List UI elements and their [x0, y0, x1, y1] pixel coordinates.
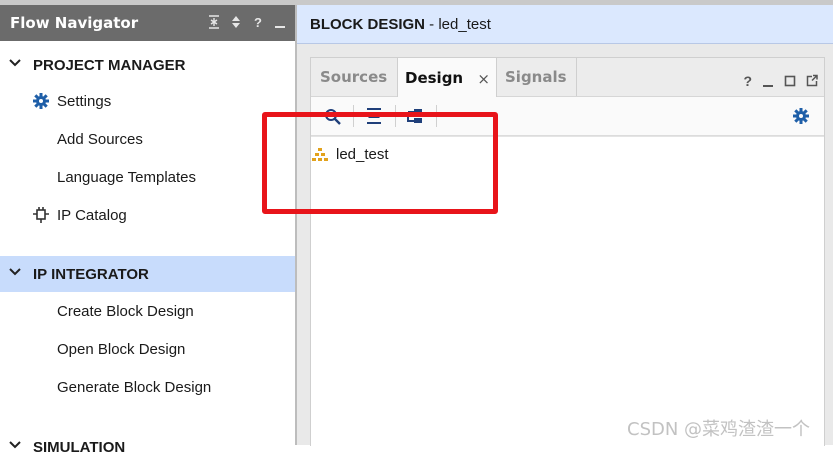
collapse-all-icon[interactable]	[364, 107, 384, 125]
nav-item-label: Settings	[57, 92, 112, 110]
toolbar-separator	[395, 105, 396, 127]
sort-icon[interactable]	[229, 13, 243, 31]
close-icon[interactable]: ×	[477, 70, 490, 88]
section-label: PROJECT MANAGER	[33, 56, 186, 74]
maximize-icon[interactable]	[784, 74, 796, 88]
help-icon[interactable]: ?	[251, 13, 265, 31]
help-icon[interactable]: ?	[743, 74, 752, 88]
expand-all-icon[interactable]	[405, 107, 425, 125]
nav-item-create-block-design[interactable]: Create Block Design	[0, 293, 295, 329]
design-panel: Sources Design × Signals ? led_test	[310, 57, 825, 447]
hierarchy-icon	[312, 148, 328, 161]
tab-label: Signals	[505, 68, 567, 86]
block-design-title-suffix: - led_test	[425, 15, 491, 33]
nav-item-label: Generate Block Design	[57, 378, 212, 396]
section-simulation[interactable]: SIMULATION	[0, 429, 295, 465]
nav-item-language-templates[interactable]: Language Templates	[0, 159, 295, 195]
float-icon[interactable]	[806, 74, 818, 88]
panel-toolbar	[311, 97, 824, 136]
panel-tab-bar: Sources Design × Signals ?	[311, 58, 824, 98]
block-design-title: BLOCK DESIGN - led_test	[310, 16, 491, 33]
nav-item-open-block-design[interactable]: Open Block Design	[0, 331, 295, 367]
section-ip-integrator[interactable]: IP INTEGRATOR	[0, 256, 295, 292]
chevron-down-icon[interactable]	[9, 57, 21, 69]
nav-item-settings[interactable]: Settings	[0, 83, 295, 119]
tab-label: Sources	[320, 68, 388, 86]
tab-label: Design	[405, 69, 464, 87]
chevron-down-icon[interactable]	[9, 439, 21, 451]
toolbar-separator	[436, 105, 437, 127]
tab-design[interactable]: Design ×	[397, 58, 497, 98]
search-icon[interactable]	[323, 107, 343, 125]
watermark: CSDN @菜鸡渣渣一个	[627, 419, 811, 440]
section-label: SIMULATION	[33, 438, 126, 456]
tree-item-led-test[interactable]: led_test	[311, 143, 389, 165]
design-tree: led_test	[311, 136, 824, 447]
plug-icon	[33, 207, 49, 223]
nav-item-label: Create Block Design	[57, 302, 194, 320]
minimize-icon[interactable]	[762, 74, 774, 88]
chevron-down-icon[interactable]	[9, 266, 21, 278]
nav-item-ip-catalog[interactable]: IP Catalog	[0, 197, 295, 233]
nav-item-label: Add Sources	[57, 130, 143, 148]
flow-navigator-title: Flow Navigator	[10, 14, 139, 32]
nav-item-add-sources[interactable]: Add Sources	[0, 121, 295, 157]
section-project-manager[interactable]: PROJECT MANAGER	[0, 47, 295, 83]
settings-gear-icon[interactable]	[791, 107, 811, 125]
nav-item-generate-block-design[interactable]: Generate Block Design	[0, 369, 295, 405]
tab-signals[interactable]: Signals	[497, 58, 577, 96]
nav-item-label: Language Templates	[57, 168, 196, 186]
block-design-title-prefix: BLOCK DESIGN	[310, 15, 426, 33]
flow-navigator-header: Flow Navigator ?	[0, 5, 295, 41]
toolbar-separator	[353, 105, 354, 127]
gear-icon	[33, 93, 49, 109]
nav-item-label: IP Catalog	[57, 206, 127, 224]
block-design-header: BLOCK DESIGN - led_test	[297, 5, 833, 44]
minimize-icon[interactable]	[273, 13, 287, 31]
flow-navigator: Flow Navigator ? PROJECT MANAGER Setting…	[0, 5, 295, 456]
tab-sources[interactable]: Sources	[311, 58, 397, 96]
nav-item-label: Open Block Design	[57, 340, 186, 358]
tree-item-label: led_test	[336, 145, 389, 163]
section-label: IP INTEGRATOR	[33, 265, 149, 283]
collapse-all-icon[interactable]	[207, 13, 221, 31]
